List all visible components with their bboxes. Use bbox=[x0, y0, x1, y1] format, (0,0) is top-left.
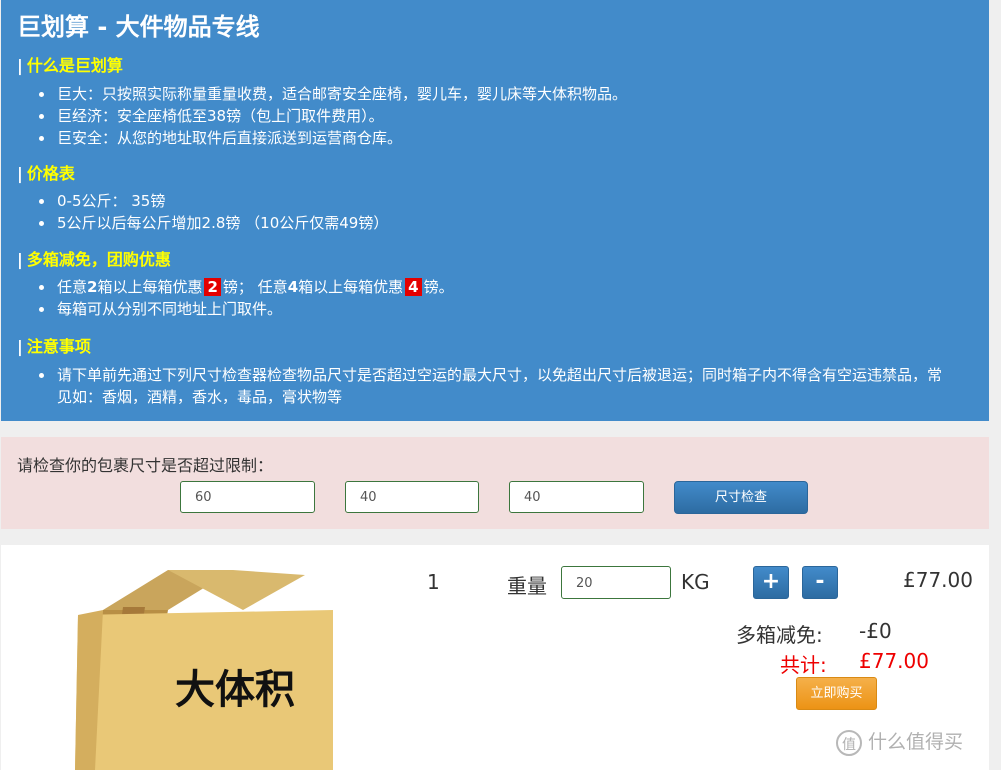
watermark: 值什么值得买 bbox=[836, 727, 963, 756]
discount-badge: 2 bbox=[204, 278, 221, 296]
smzdm-logo-icon: 值 bbox=[836, 729, 862, 756]
length-input[interactable]: 60 bbox=[180, 481, 315, 513]
decrease-button[interactable]: - bbox=[802, 566, 838, 599]
quantity-value: 1 bbox=[427, 570, 440, 594]
section-heading-text: 什么是巨划算 bbox=[26, 56, 123, 75]
info-panel: 巨划算 - 大件物品专线 | 什么是巨划算 巨大：只按照实际称量重量收费，适合邮寄… bbox=[1, 0, 989, 421]
width-input[interactable]: 40 bbox=[345, 481, 479, 513]
height-input[interactable]: 40 bbox=[509, 481, 644, 513]
discount-label: 多箱减免: bbox=[736, 623, 823, 647]
list-item: 巨大：只按照实际称量重量收费，适合邮寄安全座椅，婴儿车，婴儿床等大体积物品。 bbox=[39, 83, 627, 105]
discount-badge: 4 bbox=[405, 278, 422, 296]
section-heading-discount: | 多箱减免，团购优惠 bbox=[17, 250, 171, 269]
list-item: 巨经济：安全座椅低至38镑（包上门取件费用）。 bbox=[39, 105, 627, 127]
price-list: 0-5公斤： 35镑 5公斤以后每公斤增加2.8镑 （10公斤仅需49镑） bbox=[39, 190, 388, 234]
buy-now-button[interactable]: 立即购买 bbox=[796, 677, 877, 710]
list-item: 0-5公斤： 35镑 bbox=[39, 190, 388, 212]
cardboard-box-image: 大体积 bbox=[75, 570, 333, 770]
size-checker: 请检查你的包裹尺寸是否超过限制： 60 40 40 尺寸检查 bbox=[1, 437, 989, 529]
weight-unit: KG bbox=[681, 570, 710, 594]
list-item: 任意2箱以上每箱优惠 2 镑； 任意4箱以上每箱优惠 4 镑。 bbox=[39, 276, 454, 298]
list-item: 5公斤以后每公斤增加2.8镑 （10公斤仅需49镑） bbox=[39, 212, 388, 234]
list-item: 请下单前先通过下列尺寸检查器检查物品尺寸是否超过空运的最大尺寸，以免超出尺寸后被… bbox=[39, 364, 949, 408]
size-check-button[interactable]: 尺寸检查 bbox=[674, 481, 808, 514]
weight-input[interactable]: 20 bbox=[561, 566, 671, 599]
section-heading-text: 多箱减免，团购优惠 bbox=[26, 250, 171, 269]
total-value: £77.00 bbox=[859, 649, 929, 673]
list-item: 巨安全：从您的地址取件后直接派送到运营商仓库。 bbox=[39, 127, 627, 149]
notice-list: 请下单前先通过下列尺寸检查器检查物品尺寸是否超过空运的最大尺寸，以免超出尺寸后被… bbox=[39, 364, 949, 408]
unit-price: £77.00 bbox=[903, 568, 973, 592]
section-heading-price: | 价格表 bbox=[17, 164, 75, 183]
total-label: 共计: bbox=[780, 653, 827, 677]
discount-list: 任意2箱以上每箱优惠 2 镑； 任意4箱以上每箱优惠 4 镑。 每箱可从分别不同地址上门… bbox=[39, 276, 454, 320]
box-label: 大体积 bbox=[175, 667, 295, 713]
page-title: 巨划算 - 大件物品专线 bbox=[17, 13, 260, 41]
increase-button[interactable]: + bbox=[753, 566, 789, 599]
section-heading-text: 注意事项 bbox=[26, 337, 91, 356]
discount-value: -£0 bbox=[859, 619, 892, 643]
section-heading-notice: | 注意事项 bbox=[17, 337, 91, 356]
section-heading-text: 价格表 bbox=[26, 164, 75, 183]
section-heading-what: | 什么是巨划算 bbox=[17, 56, 123, 75]
list-item: 每箱可从分别不同地址上门取件。 bbox=[39, 298, 454, 320]
feature-list: 巨大：只按照实际称量重量收费，适合邮寄安全座椅，婴儿车，婴儿床等大体积物品。 巨… bbox=[39, 83, 627, 149]
size-checker-label: 请检查你的包裹尺寸是否超过限制： bbox=[17, 456, 274, 475]
weight-label: 重量 bbox=[507, 574, 547, 598]
